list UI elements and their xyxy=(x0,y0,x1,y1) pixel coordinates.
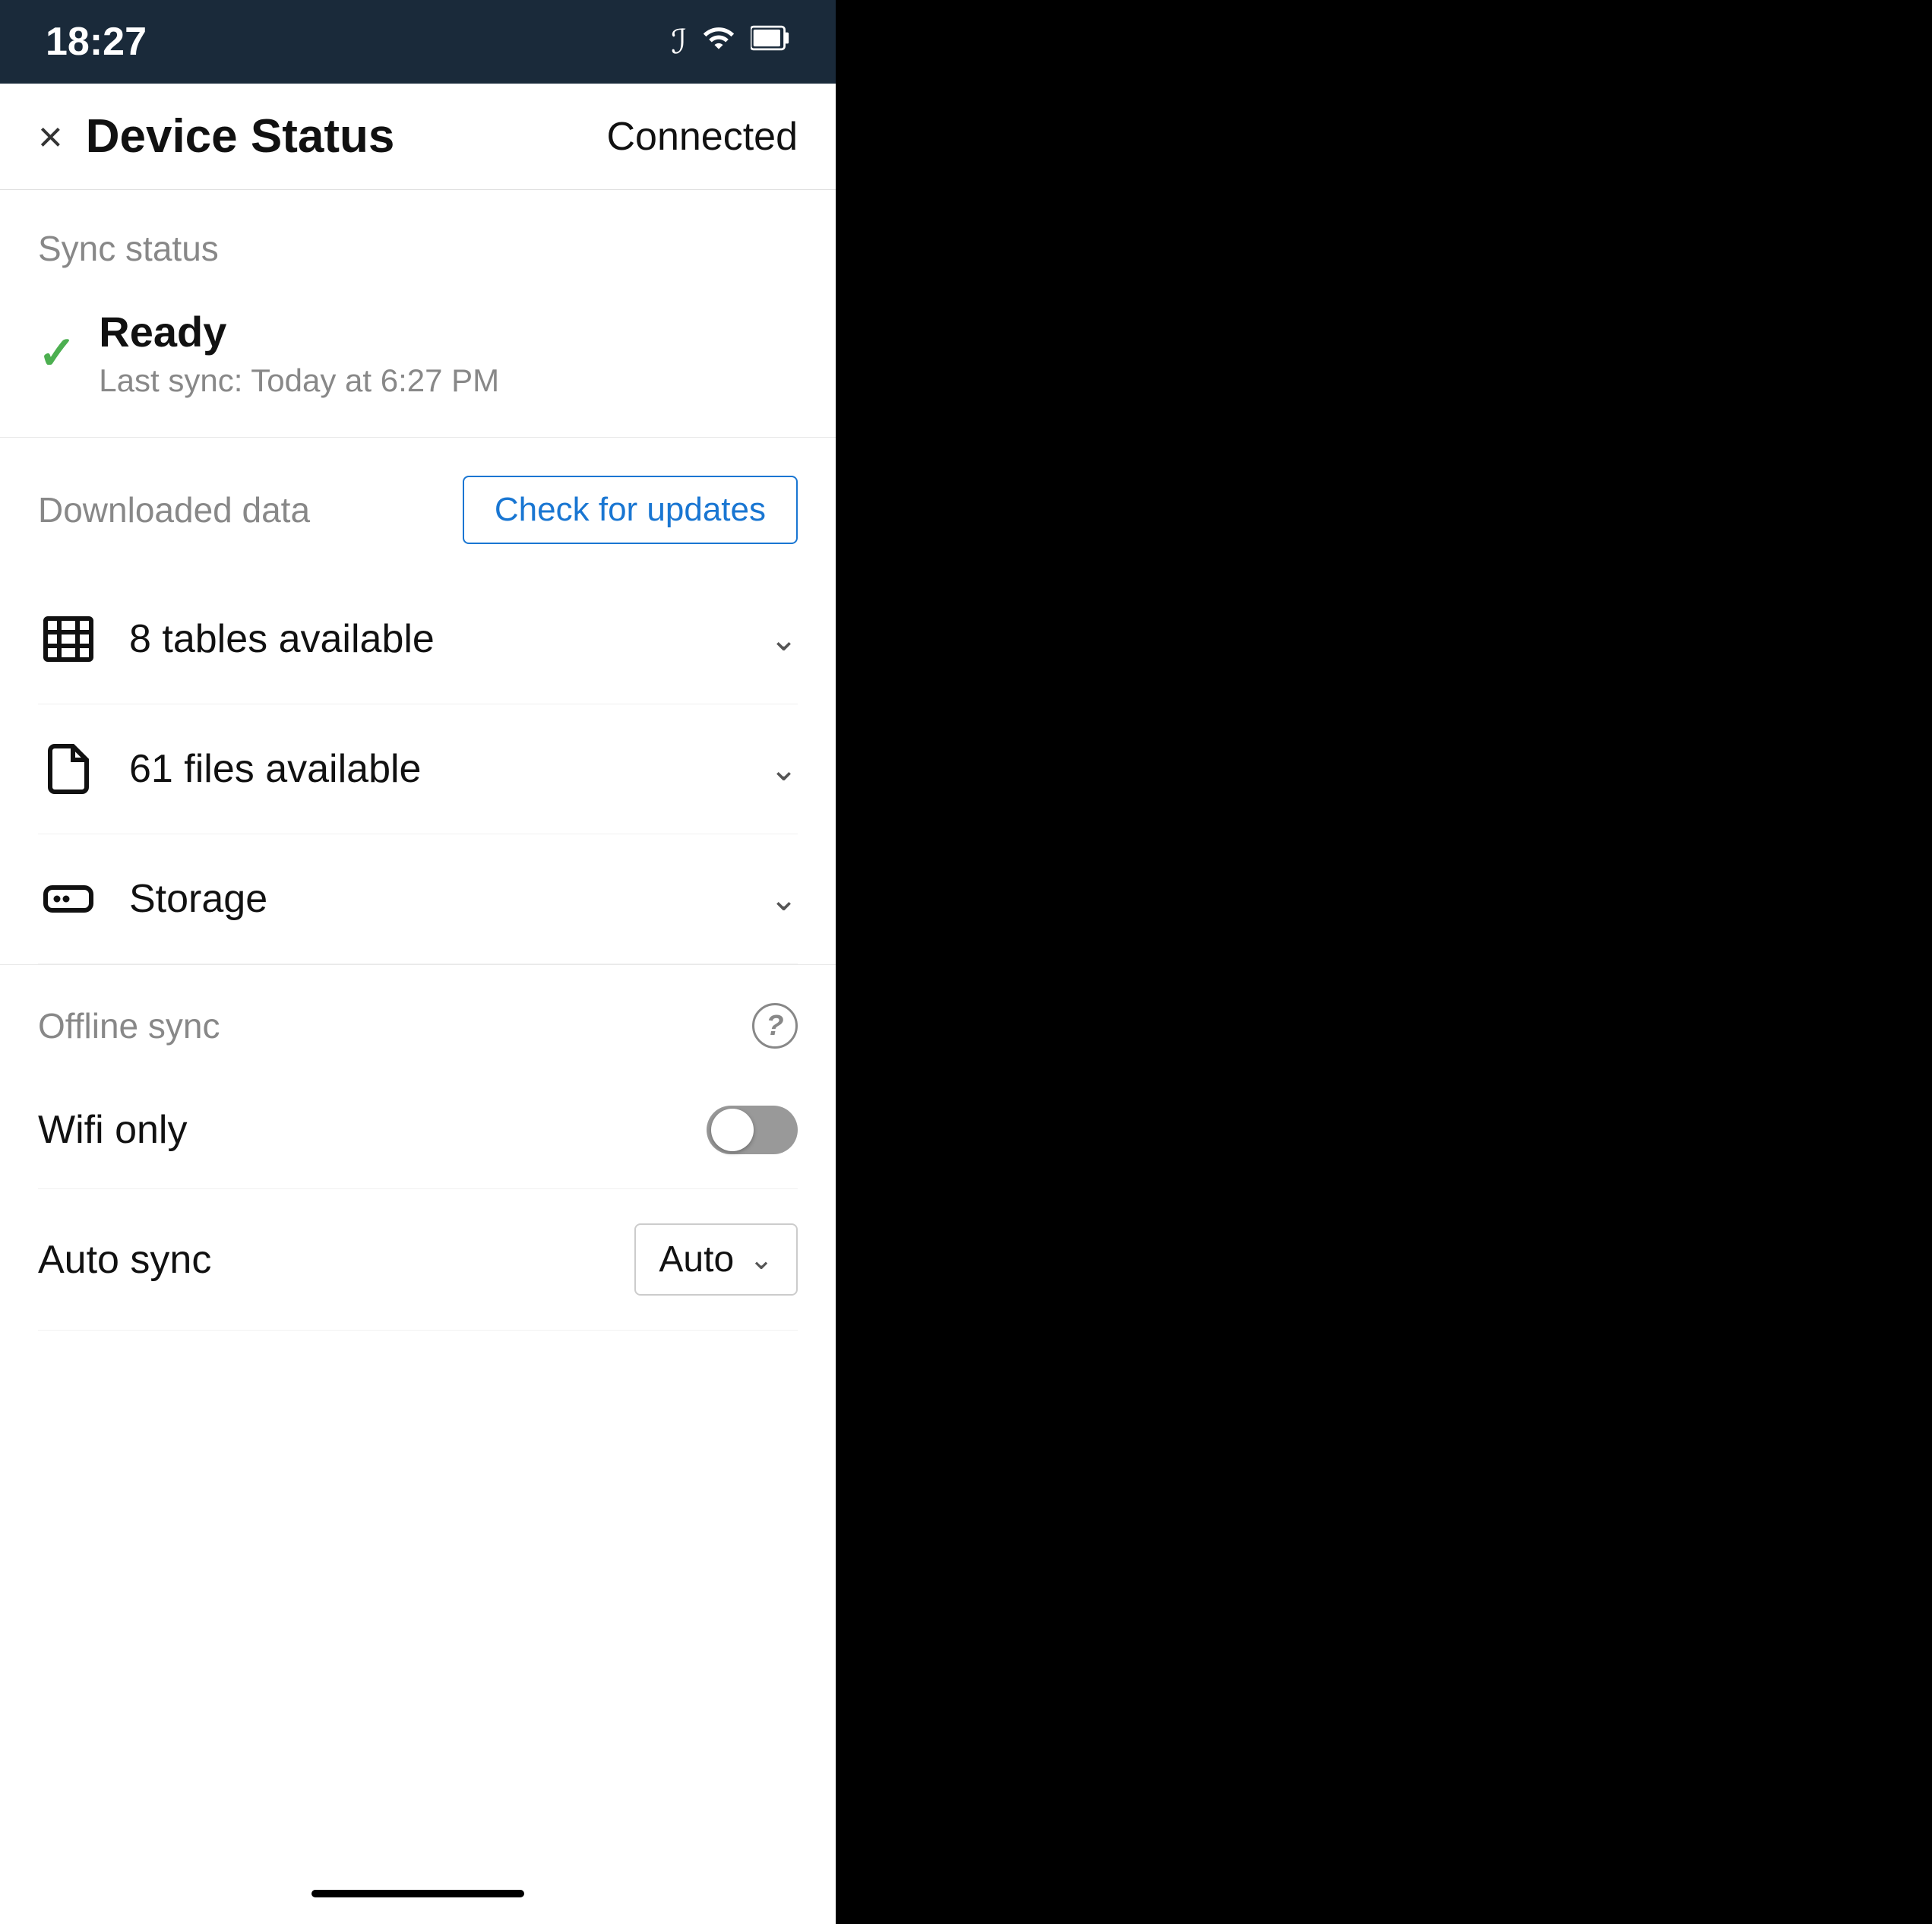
toggle-knob xyxy=(711,1109,754,1151)
auto-sync-dropdown[interactable]: Auto ⌄ xyxy=(634,1223,798,1296)
dropdown-arrow-icon: ⌄ xyxy=(749,1242,773,1277)
auto-sync-row: Auto sync Auto ⌄ xyxy=(38,1189,798,1331)
wifi-only-label: Wifi only xyxy=(38,1107,187,1153)
tables-row-left: 8 tables available xyxy=(38,609,435,669)
content: Sync status ✓ Ready Last sync: Today at … xyxy=(0,190,836,1863)
sync-status-section: Sync status ✓ Ready Last sync: Today at … xyxy=(0,190,836,437)
auto-sync-label: Auto sync xyxy=(38,1237,211,1283)
header: × Device Status Connected xyxy=(0,84,836,190)
sync-status-title: Sync status xyxy=(38,228,798,269)
sync-ready-label: Ready xyxy=(99,307,499,356)
files-chevron-icon: ⌄ xyxy=(770,750,798,789)
tables-row[interactable]: 8 tables available ⌄ xyxy=(38,574,798,704)
storage-row-left: Storage xyxy=(38,869,267,929)
check-updates-button[interactable]: Check for updates xyxy=(463,476,798,544)
downloaded-data-section: Downloaded data Check for updates xyxy=(0,437,836,964)
home-bar xyxy=(311,1890,524,1897)
help-icon[interactable]: ? xyxy=(752,1003,798,1049)
page-title: Device Status xyxy=(86,109,395,163)
file-icon xyxy=(38,739,99,799)
sync-info: Ready Last sync: Today at 6:27 PM xyxy=(99,307,499,399)
check-icon: ✓ xyxy=(38,331,76,376)
home-indicator xyxy=(0,1863,836,1924)
wifi-only-toggle[interactable] xyxy=(707,1106,798,1154)
status-bar: 18:27 ℐ xyxy=(0,0,836,84)
offline-sync-title: Offline sync xyxy=(38,1005,220,1046)
storage-row[interactable]: Storage ⌄ xyxy=(38,834,798,964)
offline-sync-header: Offline sync ? xyxy=(38,1003,798,1049)
downloaded-data-header: Downloaded data Check for updates xyxy=(38,476,798,544)
battery-icon xyxy=(751,21,790,63)
storage-chevron-icon: ⌄ xyxy=(770,880,798,919)
files-label: 61 files available xyxy=(129,746,421,792)
downloaded-data-title: Downloaded data xyxy=(38,489,310,530)
connection-status: Connected xyxy=(606,114,798,160)
header-left: × Device Status xyxy=(38,109,394,163)
phone-panel: 18:27 ℐ × Device Status Connected xyxy=(0,0,836,1924)
offline-sync-section: Offline sync ? Wifi only Auto sync Auto … xyxy=(0,964,836,1331)
status-time: 18:27 xyxy=(46,19,147,65)
tables-chevron-icon: ⌄ xyxy=(770,620,798,659)
sync-status-row: ✓ Ready Last sync: Today at 6:27 PM xyxy=(38,292,798,437)
right-panel xyxy=(836,0,1932,1924)
status-icons: ℐ xyxy=(671,21,790,63)
table-icon xyxy=(38,609,99,669)
last-sync-label: Last sync: Today at 6:27 PM xyxy=(99,362,499,399)
wifi-icon xyxy=(702,21,735,63)
files-row-left: 61 files available xyxy=(38,739,421,799)
auto-sync-value: Auto xyxy=(659,1239,734,1280)
signal-icon: ℐ xyxy=(671,23,687,62)
storage-icon xyxy=(38,869,99,929)
files-row[interactable]: 61 files available ⌄ xyxy=(38,704,798,834)
wifi-only-row: Wifi only xyxy=(38,1071,798,1189)
storage-label: Storage xyxy=(129,876,267,922)
tables-label: 8 tables available xyxy=(129,616,435,662)
close-button[interactable]: × xyxy=(38,116,63,158)
